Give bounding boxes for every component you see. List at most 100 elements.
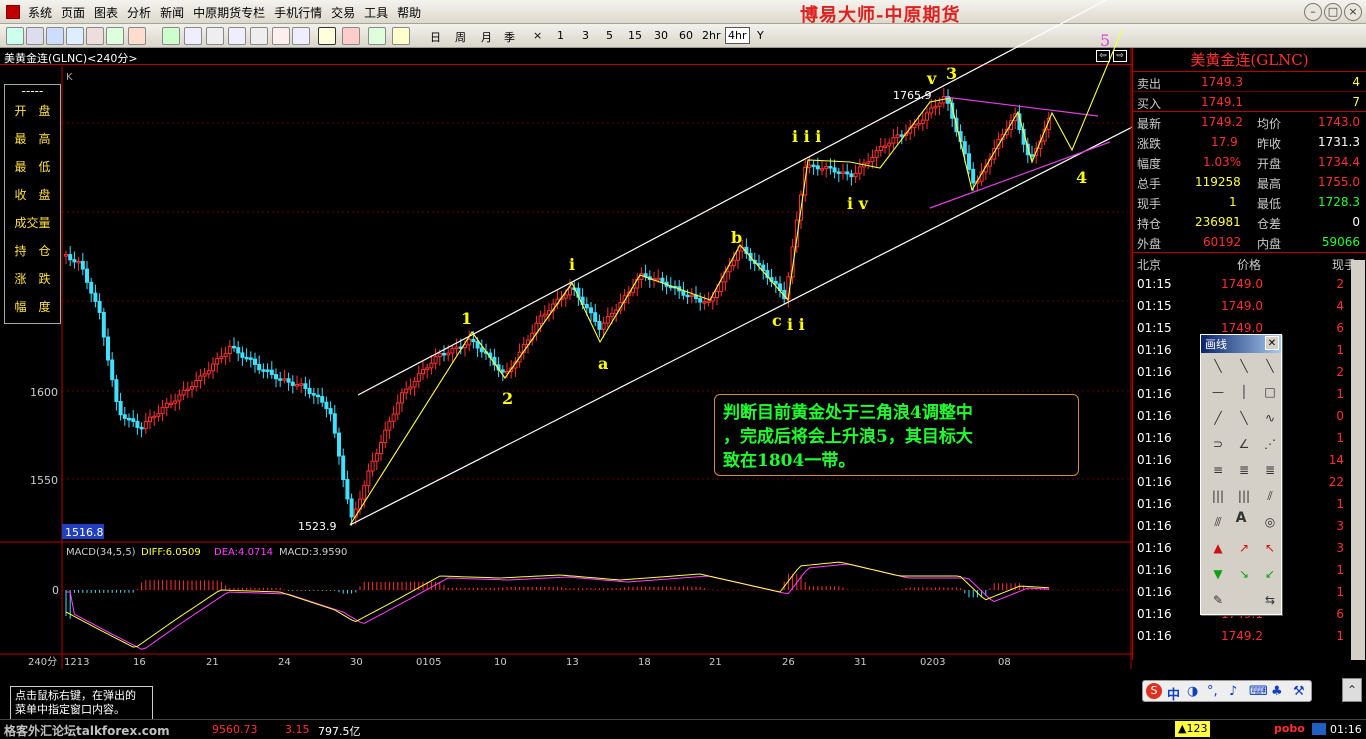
toggle-tool-icon[interactable]: ⇆: [1261, 591, 1279, 609]
gann2-tool-icon[interactable]: ≣: [1261, 461, 1279, 479]
candle-body: [278, 378, 283, 381]
tick-vol: 0: [1336, 409, 1344, 423]
up-arrow-tool-icon[interactable]: ▲: [1209, 539, 1227, 557]
connection-icon: [1312, 723, 1326, 735]
fan-tool-icon[interactable]: ∠: [1235, 435, 1253, 453]
analysis-note: 判断目前黄金处于三角浪4调整中 ，完成后将会上升浪5，其目标大 致在1804一带…: [714, 394, 1079, 476]
candle-body: [450, 348, 455, 354]
candle-body: [72, 259, 77, 263]
candle-body: [542, 313, 547, 317]
ime-skin-icon[interactable]: ♣: [1271, 684, 1283, 699]
candle-body: [127, 417, 131, 421]
vline-tool-icon[interactable]: │: [1235, 383, 1253, 401]
candle-body: [349, 498, 354, 518]
tick-time: 01:16: [1137, 541, 1172, 555]
candle-body: [299, 383, 304, 386]
ime-toolbar[interactable]: S 中 ◑ °, ♪ ⌨ ♣ ⚒: [1142, 680, 1312, 703]
candle-body: [408, 386, 413, 390]
wave-3-label: 3: [946, 64, 957, 83]
tick-time: 01:16: [1137, 497, 1172, 511]
ime-settings-icon[interactable]: ⚒: [1293, 684, 1305, 699]
candle-body: [387, 420, 392, 431]
tick-time: 01:16: [1137, 519, 1172, 533]
ime-punct-icon[interactable]: ◑: [1187, 684, 1198, 699]
line-tool-icon[interactable]: ╲: [1209, 357, 1227, 375]
target-tool-icon[interactable]: ◎: [1261, 513, 1279, 531]
gann-tool-icon[interactable]: ≣: [1235, 461, 1253, 479]
fib-tool-icon[interactable]: ≡: [1209, 461, 1227, 479]
quote-row-value: 17.9: [1211, 135, 1238, 149]
chart-area[interactable]: K 1600 1550 1516.8 1523.9 1765.9 1 2 i a…: [0, 0, 1132, 669]
tick-vol: 1: [1336, 563, 1344, 577]
candle-body: [97, 300, 102, 313]
down-left-arrow-tool-icon[interactable]: ↙: [1261, 565, 1279, 583]
ime-symbol-icon[interactable]: °,: [1207, 684, 1218, 699]
rect-tool-icon[interactable]: □: [1261, 383, 1279, 401]
ime-logo-icon[interactable]: S: [1146, 683, 1162, 699]
minimize-button[interactable]: –: [1304, 3, 1322, 21]
ray-tool-icon[interactable]: ╲: [1235, 357, 1253, 375]
hline-tool-icon[interactable]: —: [1209, 383, 1227, 401]
time-label: 30: [350, 657, 363, 668]
candle-body: [307, 387, 312, 395]
candle-body: [446, 352, 451, 356]
text-tool-icon[interactable]: A: [1232, 509, 1250, 527]
cycle2-tool-icon[interactable]: |||: [1235, 487, 1253, 505]
quote-row: 外盘 60192 内盘 59066: [1133, 232, 1366, 253]
candle-body: [324, 401, 329, 410]
tick-time: 01:16: [1137, 343, 1172, 357]
quote-row-value: 1728.3: [1318, 195, 1360, 209]
time-label: 16: [133, 657, 146, 668]
ime-mic-icon[interactable]: ♪: [1229, 684, 1237, 699]
note-line-2: ，完成后将会上升浪5，其目标大: [723, 427, 973, 447]
ime-keyboard-icon[interactable]: ⌨: [1249, 684, 1268, 699]
quote-row-label: 最低: [1257, 197, 1282, 211]
expand-icon[interactable]: ⌃: [1342, 678, 1362, 702]
wave-iv-label: i v: [847, 194, 869, 213]
angle-tool-icon[interactable]: ╲: [1235, 409, 1253, 427]
candle-body: [660, 277, 665, 283]
candle-body: [404, 388, 409, 394]
eraser-tool-icon[interactable]: ✎: [1209, 591, 1227, 609]
trend-tool-icon[interactable]: ╱: [1209, 409, 1227, 427]
macd-dea: DEA:4.0714: [214, 547, 273, 558]
tick-time: 01:16: [1137, 563, 1172, 577]
candle-body: [475, 341, 480, 349]
candle-body: [429, 362, 434, 369]
ohlc-info-panel: ----- 开 盘 最 高 最 低 收 盘 成交量 持 仓 涨 跌 幅 度: [4, 84, 61, 324]
down-arrow-tool-icon[interactable]: ▼: [1209, 565, 1227, 583]
candle-body: [227, 345, 232, 355]
label-position: 持 仓: [14, 244, 51, 258]
label-volume: 成交量: [14, 216, 51, 230]
watermark-text: 格客外汇论坛talkforex.com: [4, 724, 170, 738]
label-percent: 幅 度: [14, 300, 51, 314]
tick-time: 01:16: [1137, 387, 1172, 401]
period-tool-icon[interactable]: ⫽: [1261, 487, 1279, 505]
arc-tool-icon[interactable]: ⊃: [1209, 435, 1227, 453]
up-right-arrow-tool-icon[interactable]: ↗: [1235, 539, 1253, 557]
status-bar: 格客外汇论坛talkforex.com 9560.73 3.15 797.5亿 …: [0, 719, 1366, 738]
candle-body: [421, 369, 425, 375]
candle-body: [832, 167, 837, 173]
candle-body: [719, 281, 724, 292]
tick-scrollbar[interactable]: [1351, 260, 1365, 660]
tip-line-1: 点击鼠标右键，在弹出的: [15, 689, 136, 702]
ime-mode-icon[interactable]: 中: [1167, 684, 1180, 703]
up-left-arrow-tool-icon[interactable]: ↖: [1261, 539, 1279, 557]
maximize-button[interactable]: □: [1324, 3, 1342, 21]
drawing-tools-close-icon[interactable]: ✕: [1265, 336, 1279, 350]
fanline-tool-icon[interactable]: ⋰: [1261, 435, 1279, 453]
candle-body: [303, 383, 308, 389]
segment-tool-icon[interactable]: ╲: [1261, 357, 1279, 375]
down-right-arrow-tool-icon[interactable]: ↘: [1235, 565, 1253, 583]
cycle-tool-icon[interactable]: |||: [1209, 487, 1227, 505]
tick-time: 01:16: [1137, 607, 1172, 621]
close-button[interactable]: ×: [1344, 3, 1362, 21]
wave-i-label: i: [569, 255, 575, 274]
drawing-tools-title[interactable]: 画线 ✕: [1201, 335, 1281, 353]
parallel-tool-icon[interactable]: ⫻: [1209, 513, 1227, 531]
wave-tool-icon[interactable]: ∿: [1261, 409, 1279, 427]
time-label: 24: [278, 657, 291, 668]
candle-body: [736, 250, 740, 261]
candle-body: [328, 408, 333, 415]
